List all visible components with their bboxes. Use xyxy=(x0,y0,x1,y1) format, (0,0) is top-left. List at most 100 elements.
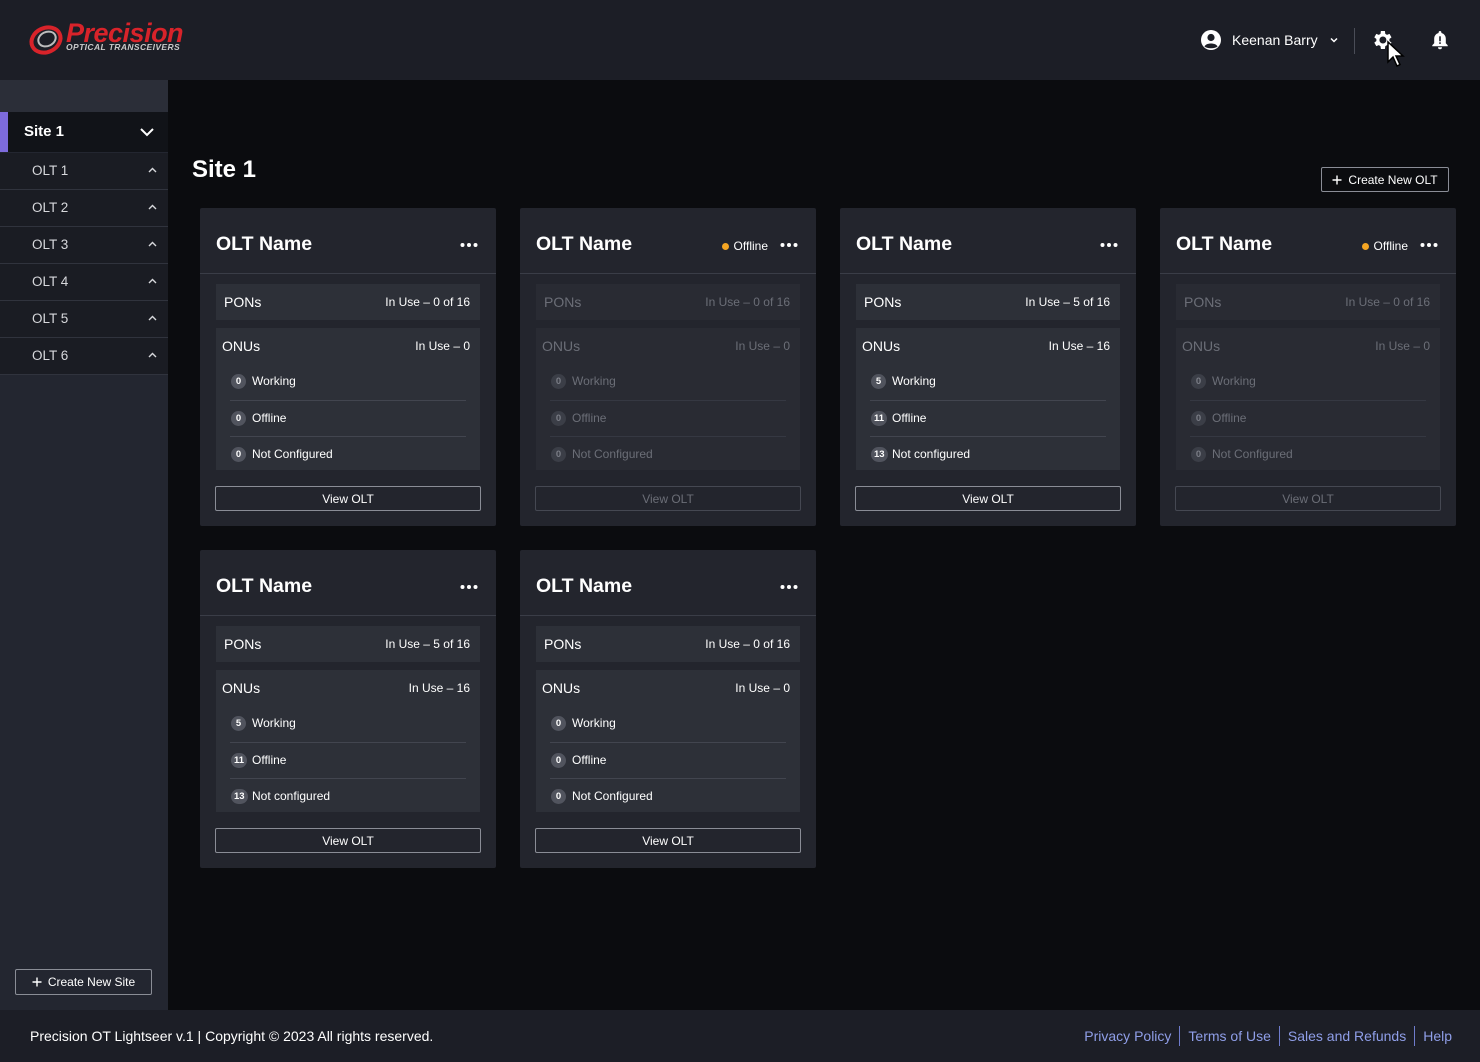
pons-value: In Use – 5 of 16 xyxy=(385,637,470,651)
olt-card: OLT Name PONs In Use – 0 of 16 ONUs In Use –… xyxy=(200,208,496,526)
onu-status-row: 13 Not configured xyxy=(230,778,466,814)
view-olt-button[interactable]: View OLT xyxy=(535,828,801,853)
onu-status-row: 11 Offline xyxy=(230,742,466,778)
more-options-icon[interactable] xyxy=(1100,242,1118,248)
onu-status-label: Not configured xyxy=(252,789,331,803)
onu-status-list: 5 Working 11 Offline 13 Not configured xyxy=(230,706,466,814)
sidebar: Site 1 OLT 1 OLT 2 OLT 3 OLT 4 OLT 5 OLT… xyxy=(0,80,168,1010)
create-new-olt-label: Create New OLT xyxy=(1348,172,1438,187)
onu-count-badge: 5 xyxy=(231,716,246,731)
help-link[interactable]: Help xyxy=(1414,1026,1460,1046)
onu-count-badge: 0 xyxy=(1191,411,1206,426)
pons-summary: PONs In Use – 0 of 16 xyxy=(1176,284,1440,320)
more-options-icon[interactable] xyxy=(780,242,798,248)
onu-status-list: 0 Working 0 Offline 0 Not Configured xyxy=(1190,364,1426,472)
view-olt-button[interactable]: View OLT xyxy=(1175,486,1441,511)
terms-of-use-link[interactable]: Terms of Use xyxy=(1179,1026,1278,1046)
sales-and-refunds-link[interactable]: Sales and Refunds xyxy=(1278,1026,1414,1046)
bell-icon[interactable] xyxy=(1429,29,1451,51)
more-options-icon[interactable] xyxy=(1420,242,1438,248)
sidebar-item-olt-6[interactable]: OLT 6 xyxy=(0,338,168,375)
pons-value: In Use – 5 of 16 xyxy=(1025,295,1110,309)
onu-status-row: 0 Offline xyxy=(550,742,786,778)
onu-status-row: 0 Offline xyxy=(230,400,466,436)
onu-count-badge: 0 xyxy=(1191,447,1206,462)
onu-count-badge: 0 xyxy=(231,374,246,389)
onu-status-label: Not Configured xyxy=(252,447,333,461)
sidebar-item-label: OLT 2 xyxy=(32,200,69,215)
sidebar-item-olt-2[interactable]: OLT 2 xyxy=(0,190,168,227)
onus-value: In Use – 16 xyxy=(408,681,470,695)
sidebar-site-1[interactable]: Site 1 xyxy=(0,112,168,152)
onu-status-row: 0 Not Configured xyxy=(230,436,466,472)
sidebar-item-olt-1[interactable]: OLT 1 xyxy=(0,153,168,190)
more-options-icon[interactable] xyxy=(460,242,478,248)
onu-count-badge: 5 xyxy=(871,374,886,389)
sidebar-top-strip xyxy=(0,80,168,112)
onu-status-row: 0 Working xyxy=(550,706,786,742)
onu-count-badge: 11 xyxy=(231,753,248,768)
onu-status-list: 0 Working 0 Offline 0 Not Configured xyxy=(550,706,786,814)
olt-list: OLT 1 OLT 2 OLT 3 OLT 4 OLT 5 OLT 6 xyxy=(0,153,168,375)
chevron-up-icon xyxy=(148,167,157,173)
onu-status-label: Offline xyxy=(572,411,607,425)
onu-status-row: 0 Not Configured xyxy=(550,778,786,814)
chevron-up-icon xyxy=(148,241,157,247)
card-header: OLT Name xyxy=(520,550,816,616)
more-options-icon[interactable] xyxy=(460,584,478,590)
onu-count-badge: 0 xyxy=(551,789,566,804)
sidebar-item-olt-3[interactable]: OLT 3 xyxy=(0,227,168,264)
pons-summary: PONs In Use – 0 of 16 xyxy=(536,284,800,320)
onus-summary: ONUs In Use – 0 0 Working 0 Offline 0 Not Confi… xyxy=(536,328,800,470)
pons-label: PONs xyxy=(1184,294,1222,310)
create-new-site-label: Create New Site xyxy=(47,975,136,989)
sidebar-item-label: OLT 1 xyxy=(32,163,69,178)
create-new-olt-button[interactable]: Create New OLT xyxy=(1321,167,1449,192)
pons-summary: PONs In Use – 0 of 16 xyxy=(216,284,480,320)
sidebar-item-olt-4[interactable]: OLT 4 xyxy=(0,264,168,301)
chevron-up-icon xyxy=(148,352,157,358)
app-footer: Precision OT Lightseer v.1 | Copyright ©… xyxy=(0,1010,1480,1062)
olt-card: OLT Name Offline PONs In Use – 0 of 16 ONUs I… xyxy=(1160,208,1456,526)
olt-card: OLT Name PONs In Use – 5 of 16 ONUs In Use –… xyxy=(200,550,496,868)
onus-summary: ONUs In Use – 16 5 Working 11 Offline 13 Not co… xyxy=(856,328,1120,470)
onus-summary: ONUs In Use – 16 5 Working 11 Offline 13 Not co… xyxy=(216,670,480,812)
onu-status-label: Not configured xyxy=(892,447,971,461)
onu-status-label: Not Configured xyxy=(1212,447,1293,461)
brand-logo[interactable]: Precision OPTICAL TRANSCEIVERS xyxy=(28,18,188,58)
pons-label: PONs xyxy=(864,294,902,310)
pons-value: In Use – 0 of 16 xyxy=(705,295,790,309)
olt-name: OLT Name xyxy=(536,575,633,597)
plus-icon xyxy=(1332,175,1342,184)
view-olt-button[interactable]: View OLT xyxy=(215,828,481,853)
onu-status-label: Offline xyxy=(892,411,927,425)
onu-status-row: 0 Offline xyxy=(550,400,786,436)
onu-status-row: 0 Offline xyxy=(1190,400,1426,436)
card-header: OLT Name xyxy=(840,208,1136,274)
view-olt-button[interactable]: View OLT xyxy=(215,486,481,511)
footer-links: Privacy Policy Terms of Use Sales and Re… xyxy=(1076,1026,1460,1046)
olt-name: OLT Name xyxy=(856,233,953,255)
privacy-policy-link[interactable]: Privacy Policy xyxy=(1076,1026,1179,1046)
pons-value: In Use – 0 of 16 xyxy=(705,637,790,651)
olt-card: OLT Name Offline PONs In Use – 0 of 16 ONUs I… xyxy=(520,208,816,526)
onu-status-row: 5 Working xyxy=(870,364,1106,400)
onu-count-badge: 0 xyxy=(551,447,566,462)
view-olt-button[interactable]: View OLT xyxy=(535,486,801,511)
more-options-icon[interactable] xyxy=(780,584,798,590)
onu-status-row: 0 Working xyxy=(230,364,466,400)
user-name: Keenan Barry xyxy=(1232,32,1318,48)
user-menu[interactable]: Keenan Barry xyxy=(1200,28,1340,52)
onus-value: In Use – 0 xyxy=(735,339,790,353)
onu-status-label: Offline xyxy=(252,411,287,425)
onu-status-label: Working xyxy=(572,374,616,388)
sidebar-item-olt-5[interactable]: OLT 5 xyxy=(0,301,168,338)
onus-value: In Use – 0 xyxy=(1375,339,1430,353)
user-avatar-icon xyxy=(1201,30,1221,50)
onu-count-badge: 0 xyxy=(1191,374,1206,389)
olt-name: OLT Name xyxy=(536,233,633,255)
status-label: Offline xyxy=(733,239,768,253)
create-new-site-button[interactable]: Create New Site xyxy=(15,969,152,995)
view-olt-button[interactable]: View OLT xyxy=(855,486,1121,511)
status-badge: Offline xyxy=(721,239,768,253)
